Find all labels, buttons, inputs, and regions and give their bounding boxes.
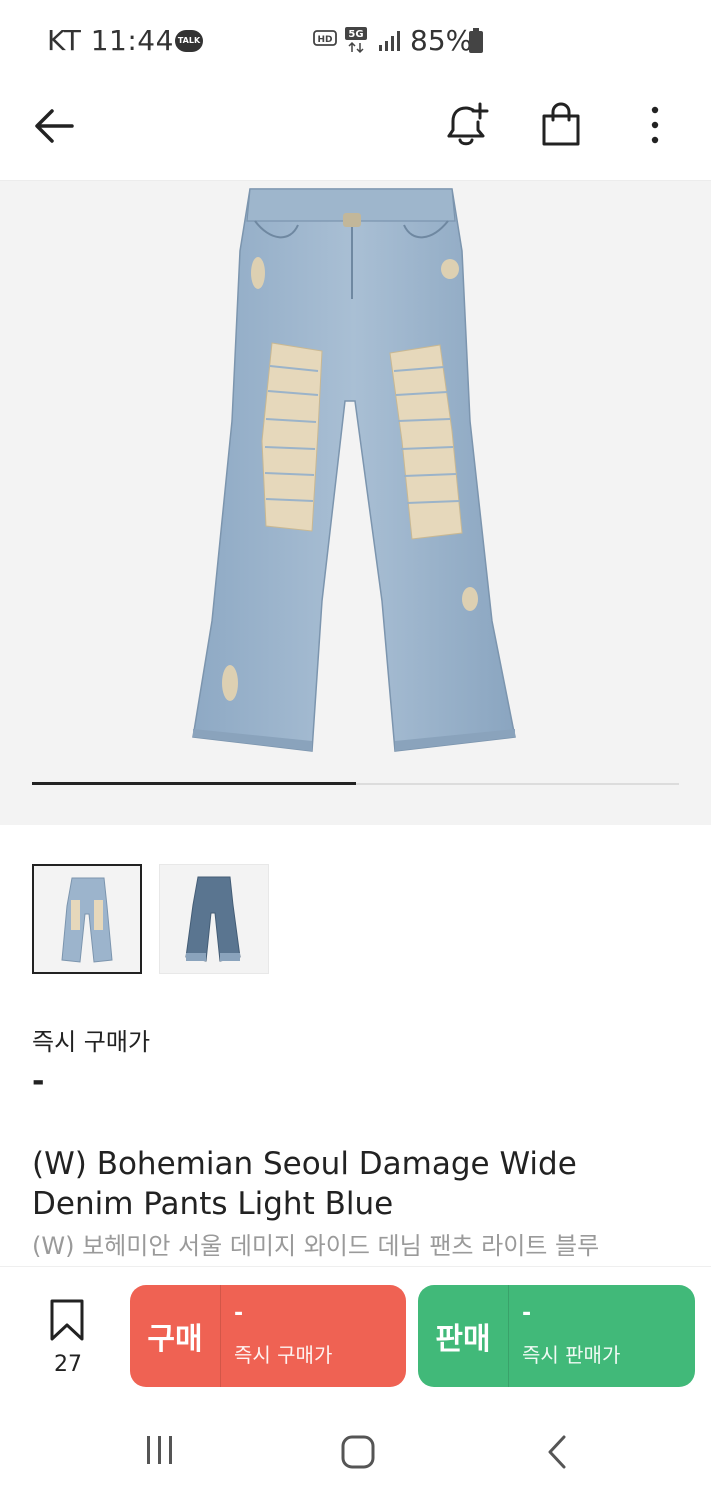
battery-icon (469, 28, 483, 53)
more-vertical-icon[interactable] (640, 102, 670, 148)
signal-icon (379, 31, 400, 51)
carousel-progress (32, 782, 679, 785)
carrier-time: KT 11:44 (47, 24, 174, 57)
hd-voice-icon: HD (313, 30, 337, 46)
bell-plus-icon[interactable] (440, 100, 492, 150)
app-header (0, 84, 711, 181)
thumbnail-2[interactable] (159, 864, 269, 974)
talk-notification-icon: TALK (175, 30, 203, 52)
product-title: (W) Bohemian Seoul Damage Wide Denim Pan… (32, 1146, 577, 1222)
buy-sub-label: 즉시 구매가 (234, 1343, 333, 1367)
network-text: 5G (348, 29, 363, 40)
product-title-korean: (W) 보헤미안 서울 데미지 와이드 데님 팬츠 라이트 블루 (32, 1232, 600, 1260)
recent-apps-icon[interactable] (142, 1432, 178, 1468)
home-icon[interactable] (338, 1432, 378, 1472)
shopping-bag-icon[interactable] (536, 100, 586, 150)
thumbnail-image (61, 877, 113, 963)
product-image-carousel[interactable] (0, 181, 711, 825)
sell-sub-label: 즉시 판매가 (522, 1343, 621, 1367)
thumbnail-image (185, 876, 241, 962)
instant-buy-price-label: 즉시 구매가 (32, 1028, 151, 1056)
buy-button[interactable]: 구매 - 즉시 구매가 (130, 1285, 406, 1387)
buy-label: 구매 (130, 1285, 221, 1387)
bookmark-icon[interactable] (48, 1298, 86, 1342)
instant-buy-price-value: - (32, 1064, 45, 1099)
sell-button[interactable]: 판매 - 즉시 판매가 (418, 1285, 695, 1387)
sell-price: - (522, 1301, 532, 1326)
wish-count: 27 (54, 1352, 82, 1377)
carousel-progress-fill (32, 782, 356, 785)
hd-text: HD (317, 35, 332, 45)
buy-price: - (234, 1301, 244, 1326)
product-image (192, 188, 516, 752)
battery-level: 85% (410, 24, 473, 57)
nav-back-icon[interactable] (540, 1432, 576, 1472)
thumbnail-1[interactable] (32, 864, 142, 974)
network-5g-icon: 5G (345, 27, 367, 54)
arrow-left-icon[interactable] (30, 104, 80, 148)
sell-label: 판매 (418, 1285, 509, 1387)
